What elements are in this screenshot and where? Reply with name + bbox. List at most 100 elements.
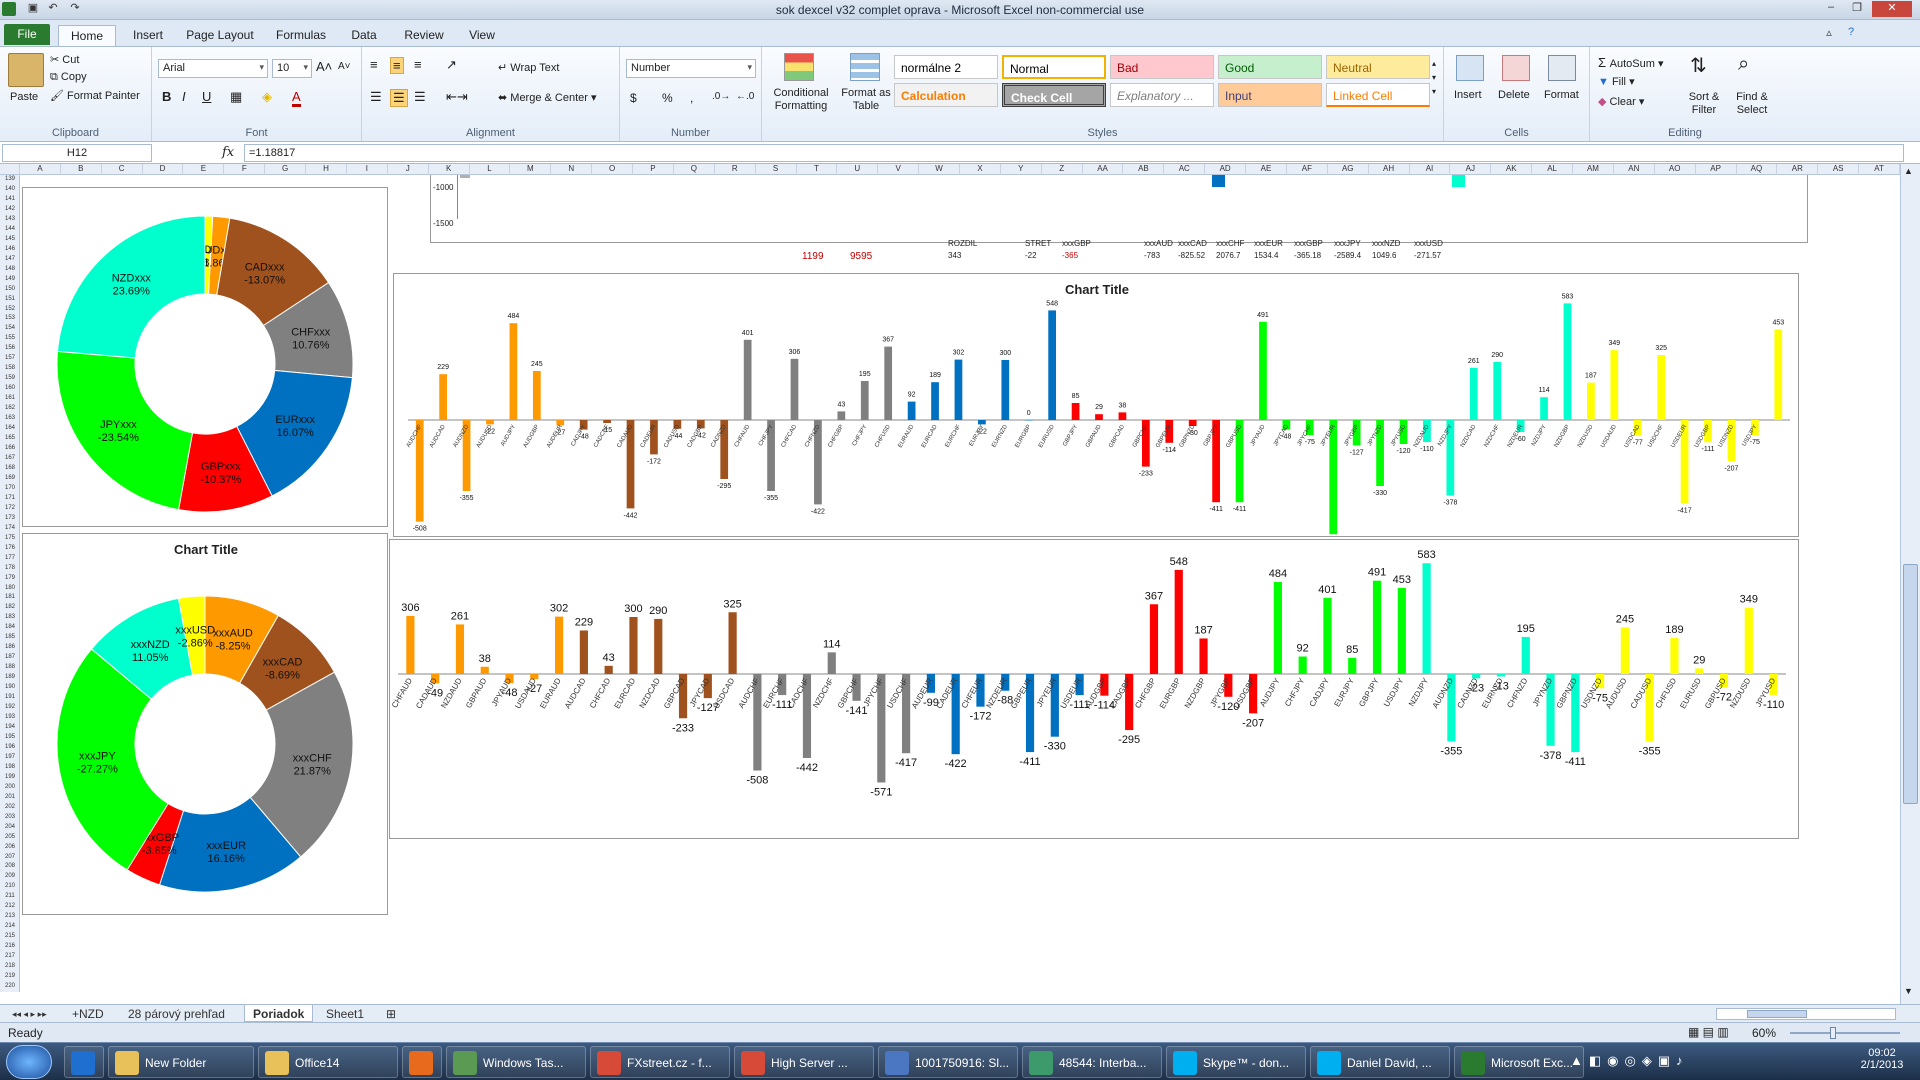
- row-header[interactable]: 142: [0, 205, 19, 215]
- format-as-table-button[interactable]: Format as Table: [838, 87, 894, 113]
- bar[interactable]: [860, 381, 869, 420]
- row-header[interactable]: 164: [0, 424, 19, 434]
- copy-button[interactable]: ⧉ Copy: [50, 71, 87, 84]
- bar[interactable]: [954, 359, 963, 420]
- column-header[interactable]: AH: [1369, 164, 1410, 175]
- bar[interactable]: [1469, 367, 1478, 420]
- cell-header[interactable]: ROZDIL: [948, 239, 977, 248]
- row-header[interactable]: 177: [0, 554, 19, 564]
- row-header[interactable]: 168: [0, 464, 19, 474]
- bar[interactable]: [579, 630, 588, 674]
- row-header[interactable]: 198: [0, 763, 19, 773]
- taskbar-clock[interactable]: 09:02 2/1/2013: [1852, 1047, 1912, 1071]
- cell-header[interactable]: xxxEUR: [1254, 239, 1283, 248]
- bar[interactable]: [827, 652, 836, 674]
- style-normalne-2[interactable]: normálne 2: [894, 55, 998, 79]
- font-size-select[interactable]: 10: [272, 59, 312, 78]
- bar[interactable]: [1259, 321, 1267, 420]
- row-header[interactable]: 217: [0, 952, 19, 962]
- bar[interactable]: [978, 420, 986, 425]
- taskbar-button[interactable]: Office14: [258, 1046, 398, 1078]
- taskbar-button[interactable]: Skype™ - don...: [1166, 1046, 1306, 1078]
- bar[interactable]: [1071, 403, 1080, 420]
- bar[interactable]: [1521, 636, 1530, 674]
- donut-chart-quote[interactable]: Chart Title xxxAUD -8.25% xxxCAD -8.69% xxxC…: [22, 533, 388, 915]
- increase-decimal-icon[interactable]: .0→: [712, 91, 730, 102]
- column-header[interactable]: G: [265, 164, 307, 175]
- row-header[interactable]: 176: [0, 544, 19, 554]
- row-header[interactable]: 192: [0, 703, 19, 713]
- cell-value-red[interactable]: 1199: [802, 251, 824, 262]
- italic-icon[interactable]: I: [182, 89, 186, 104]
- column-header[interactable]: AS: [1818, 164, 1860, 175]
- find-select-button[interactable]: Find & Select: [1730, 91, 1774, 117]
- row-header[interactable]: 219: [0, 972, 19, 982]
- column-header[interactable]: AP: [1696, 164, 1737, 175]
- restore-icon[interactable]: ❐: [1846, 1, 1868, 17]
- percent-button[interactable]: %: [662, 91, 673, 105]
- cell-value[interactable]: -365.18: [1294, 251, 1321, 260]
- column-header[interactable]: AN: [1614, 164, 1655, 175]
- cell-value[interactable]: -271.57: [1414, 251, 1441, 260]
- row-header[interactable]: 201: [0, 793, 19, 803]
- row-header[interactable]: 203: [0, 813, 19, 823]
- currency-button[interactable]: $: [630, 91, 637, 105]
- cell-header[interactable]: STRET: [1025, 239, 1051, 248]
- orientation-icon[interactable]: ↗: [446, 57, 457, 73]
- cell-value[interactable]: -783: [1144, 251, 1160, 260]
- column-header[interactable]: AQ: [1737, 164, 1778, 175]
- bar[interactable]: [743, 339, 752, 420]
- row-header[interactable]: 208: [0, 862, 19, 872]
- new-sheet-icon[interactable]: ⊞: [378, 1005, 404, 1022]
- row-header[interactable]: 189: [0, 673, 19, 683]
- style-calculation[interactable]: Calculation: [894, 83, 998, 107]
- column-header[interactable]: D: [143, 164, 184, 175]
- bar[interactable]: [555, 616, 564, 674]
- column-header[interactable]: AE: [1246, 164, 1287, 175]
- row-header[interactable]: 213: [0, 912, 19, 922]
- column-header[interactable]: Z: [1042, 164, 1083, 175]
- name-box[interactable]: H12: [2, 144, 152, 162]
- row-header[interactable]: 152: [0, 305, 19, 315]
- bar[interactable]: [480, 666, 489, 674]
- row-header[interactable]: 162: [0, 404, 19, 414]
- row-header[interactable]: 182: [0, 603, 19, 613]
- column-header[interactable]: C: [102, 164, 143, 175]
- minimize-icon[interactable]: –: [1820, 1, 1842, 17]
- taskbar-button[interactable]: 48544: Interba...: [1022, 1046, 1162, 1078]
- style-check-cell[interactable]: Check Cell: [1002, 83, 1106, 107]
- row-header[interactable]: 172: [0, 504, 19, 514]
- bar[interactable]: [931, 382, 939, 420]
- column-header[interactable]: F: [224, 164, 266, 175]
- cell-value[interactable]: 343: [948, 251, 961, 260]
- zoom-slider-handle[interactable]: [1830, 1027, 1836, 1039]
- sort-filter-button[interactable]: Sort & Filter: [1682, 91, 1726, 117]
- column-header[interactable]: Y: [1001, 164, 1042, 175]
- bar[interactable]: [604, 665, 613, 674]
- row-header[interactable]: 194: [0, 723, 19, 733]
- taskbar-button[interactable]: [402, 1046, 442, 1078]
- row-header[interactable]: 175: [0, 534, 19, 544]
- row-header[interactable]: 163: [0, 414, 19, 424]
- row-header[interactable]: 204: [0, 823, 19, 833]
- bar[interactable]: [1298, 656, 1307, 674]
- row-header[interactable]: 169: [0, 474, 19, 484]
- redo-icon[interactable]: ↷: [64, 1, 86, 17]
- row-header[interactable]: 171: [0, 494, 19, 504]
- vertical-scrollbar[interactable]: ▲ ▼: [1900, 164, 1920, 1004]
- formula-input[interactable]: =1.18817: [244, 144, 1904, 162]
- cell-value[interactable]: 2076.7: [1216, 251, 1240, 260]
- bar[interactable]: [603, 420, 611, 423]
- column-header[interactable]: A: [20, 164, 61, 175]
- row-header[interactable]: 207: [0, 853, 19, 863]
- zoom-level[interactable]: 60%: [1752, 1026, 1776, 1040]
- row-header[interactable]: 205: [0, 833, 19, 843]
- column-header[interactable]: AC: [1164, 164, 1206, 175]
- horizontal-scrollbar[interactable]: [1716, 1008, 1896, 1020]
- column-header[interactable]: AT: [1859, 164, 1900, 175]
- bar[interactable]: [1774, 329, 1783, 420]
- column-header[interactable]: E: [183, 164, 225, 175]
- borders-icon[interactable]: ▦: [230, 89, 242, 105]
- sheet-tab[interactable]: Sheet1: [318, 1005, 372, 1022]
- row-header[interactable]: 153: [0, 314, 19, 324]
